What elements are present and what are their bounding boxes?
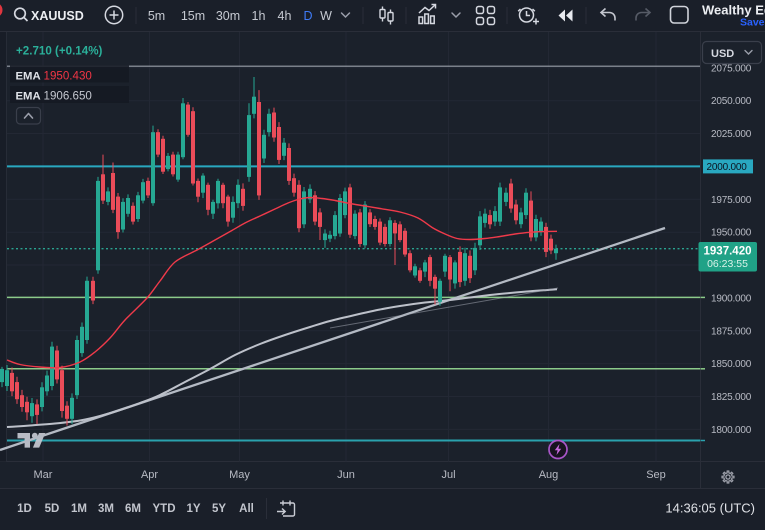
svg-text:Aug: Aug <box>539 469 559 481</box>
svg-text:Sep: Sep <box>646 469 666 481</box>
svg-text:30m: 30m <box>216 9 240 23</box>
svg-text:Jul: Jul <box>441 469 455 481</box>
svg-text:4h: 4h <box>278 9 292 23</box>
svg-text:5Y: 5Y <box>212 503 226 515</box>
svg-text:May: May <box>229 469 250 481</box>
svg-text:1M: 1M <box>71 503 87 515</box>
svg-text:EMA: EMA <box>16 70 41 82</box>
svg-text:6M: 6M <box>125 503 141 515</box>
svg-text:2000.000: 2000.000 <box>707 162 748 173</box>
svg-text:1825.000: 1825.000 <box>711 392 752 403</box>
svg-text:1850.000: 1850.000 <box>711 359 752 370</box>
svg-text:06:23:55: 06:23:55 <box>707 258 748 270</box>
svg-text:YTD: YTD <box>153 503 176 515</box>
svg-text:All: All <box>239 503 254 515</box>
svg-text:1h: 1h <box>252 9 266 23</box>
svg-text:1D: 1D <box>17 503 32 515</box>
svg-text:5D: 5D <box>45 503 60 515</box>
svg-text:1900.000: 1900.000 <box>711 293 752 304</box>
svg-text:USD: USD <box>711 48 734 60</box>
svg-text:5m: 5m <box>148 9 165 23</box>
svg-text:1Y: 1Y <box>186 503 200 515</box>
svg-text:1906.650: 1906.650 <box>44 90 92 103</box>
svg-text:15m: 15m <box>181 9 205 23</box>
svg-text:Apr: Apr <box>141 469 158 481</box>
svg-text:2025.000: 2025.000 <box>711 129 752 140</box>
svg-text:Wealthy Ed: Wealthy Ed <box>702 3 765 18</box>
svg-text:+2.710 (+0.14%): +2.710 (+0.14%) <box>16 45 103 58</box>
svg-text:XAUUSD: XAUUSD <box>31 9 84 23</box>
svg-text:1875.000: 1875.000 <box>711 326 752 337</box>
svg-text:Mar: Mar <box>34 469 53 481</box>
svg-text:2050.000: 2050.000 <box>711 96 752 107</box>
svg-text:1937.420: 1937.420 <box>704 246 752 258</box>
svg-text:1950.430: 1950.430 <box>44 69 92 82</box>
svg-text:Save: Save <box>740 17 765 29</box>
svg-text:D: D <box>303 9 312 23</box>
svg-text:Jun: Jun <box>337 469 355 481</box>
svg-text:3M: 3M <box>98 503 114 515</box>
svg-text:14:36:05 (UTC): 14:36:05 (UTC) <box>665 501 755 516</box>
svg-text:EMA: EMA <box>16 91 41 103</box>
svg-text:1950.000: 1950.000 <box>711 228 752 239</box>
svg-text:2075.000: 2075.000 <box>711 63 752 74</box>
svg-text:1800.000: 1800.000 <box>711 425 752 436</box>
svg-text:W: W <box>320 9 332 23</box>
svg-text:1975.000: 1975.000 <box>711 195 752 206</box>
